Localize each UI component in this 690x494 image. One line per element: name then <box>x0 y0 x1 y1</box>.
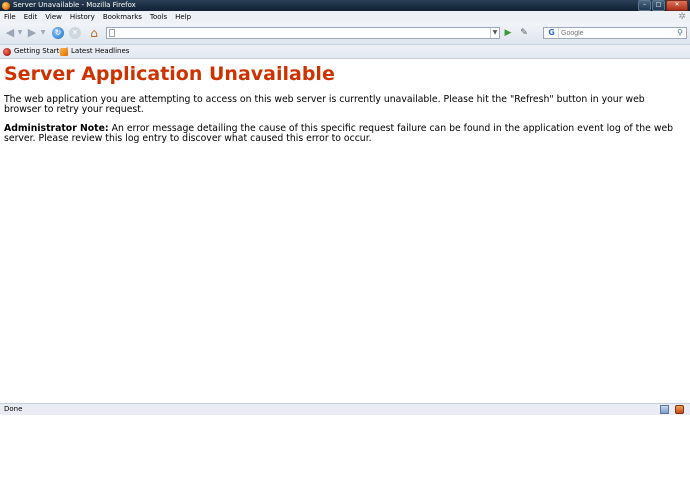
menu-bookmarks[interactable]: Bookmarks <box>99 11 146 23</box>
bookmark-label: Latest Headlines <box>71 47 130 55</box>
stop-button[interactable]: ✕ <box>69 27 81 39</box>
error-message: The web application you are attempting t… <box>4 94 645 115</box>
minimize-button[interactable]: – <box>638 0 651 11</box>
url-dropdown-icon[interactable]: ▼ <box>490 28 499 38</box>
back-button[interactable]: ◀ <box>3 26 17 40</box>
search-engine-icon[interactable]: G <box>545 28 559 38</box>
addon-tool-icon[interactable]: ✎ <box>519 28 529 38</box>
status-bar: Done <box>0 403 690 415</box>
menu-tools[interactable]: Tools <box>146 11 171 23</box>
desktop-background <box>0 415 690 494</box>
forward-history-dropdown-icon[interactable]: ▼ <box>40 26 46 40</box>
bookmark-getting-started[interactable]: Getting Started <box>3 45 68 58</box>
status-page-icon[interactable] <box>660 405 669 414</box>
reload-button[interactable]: ↻ <box>52 27 64 39</box>
throbber-icon: ✲ <box>678 12 686 22</box>
maximize-button[interactable]: □ <box>652 0 665 11</box>
close-button[interactable]: ✕ <box>666 0 688 11</box>
bookmark-latest-headlines[interactable]: Latest Headlines <box>60 45 129 58</box>
url-input[interactable] <box>118 28 488 38</box>
status-text: Done <box>4 405 23 413</box>
status-addon-icon[interactable] <box>675 405 684 414</box>
menu-file[interactable]: File <box>0 11 20 23</box>
search-input[interactable] <box>561 28 671 38</box>
window-title: Server Unavailable - Mozilla Firefox <box>13 1 136 9</box>
search-go-icon[interactable]: ⚲ <box>675 28 685 38</box>
menu-bar: File Edit View History Bookmarks Tools H… <box>0 11 690 23</box>
menu-help[interactable]: Help <box>171 11 195 23</box>
menu-view[interactable]: View <box>41 11 66 23</box>
menu-edit[interactable]: Edit <box>20 11 42 23</box>
window-titlebar: Server Unavailable - Mozilla Firefox – □… <box>0 0 690 11</box>
bookmarks-toolbar: Getting Started Latest Headlines <box>0 45 690 59</box>
page-title: Server Application Unavailable <box>4 63 335 85</box>
menu-history[interactable]: History <box>66 11 99 23</box>
administrator-note: Administrator Note: An error message det… <box>4 124 680 144</box>
forward-button[interactable]: ▶ <box>25 26 39 40</box>
page-content: Server Application Unavailable The web a… <box>0 59 690 403</box>
firefox-icon <box>2 1 10 10</box>
back-history-dropdown-icon[interactable]: ▼ <box>17 26 23 40</box>
search-bar[interactable]: G ⚲ <box>543 27 687 39</box>
navigation-toolbar: ◀ ▼ ▶ ▼ ↻ ✕ ⌂ ▼ ▶ ✎ G ⚲ <box>0 23 690 45</box>
home-button[interactable]: ⌂ <box>87 26 101 40</box>
url-bar[interactable]: ▼ <box>106 27 500 39</box>
page-icon <box>109 29 115 37</box>
go-button[interactable]: ▶ <box>503 28 513 38</box>
rss-feed-icon <box>60 47 68 56</box>
firefox-bookmark-icon <box>3 47 11 56</box>
